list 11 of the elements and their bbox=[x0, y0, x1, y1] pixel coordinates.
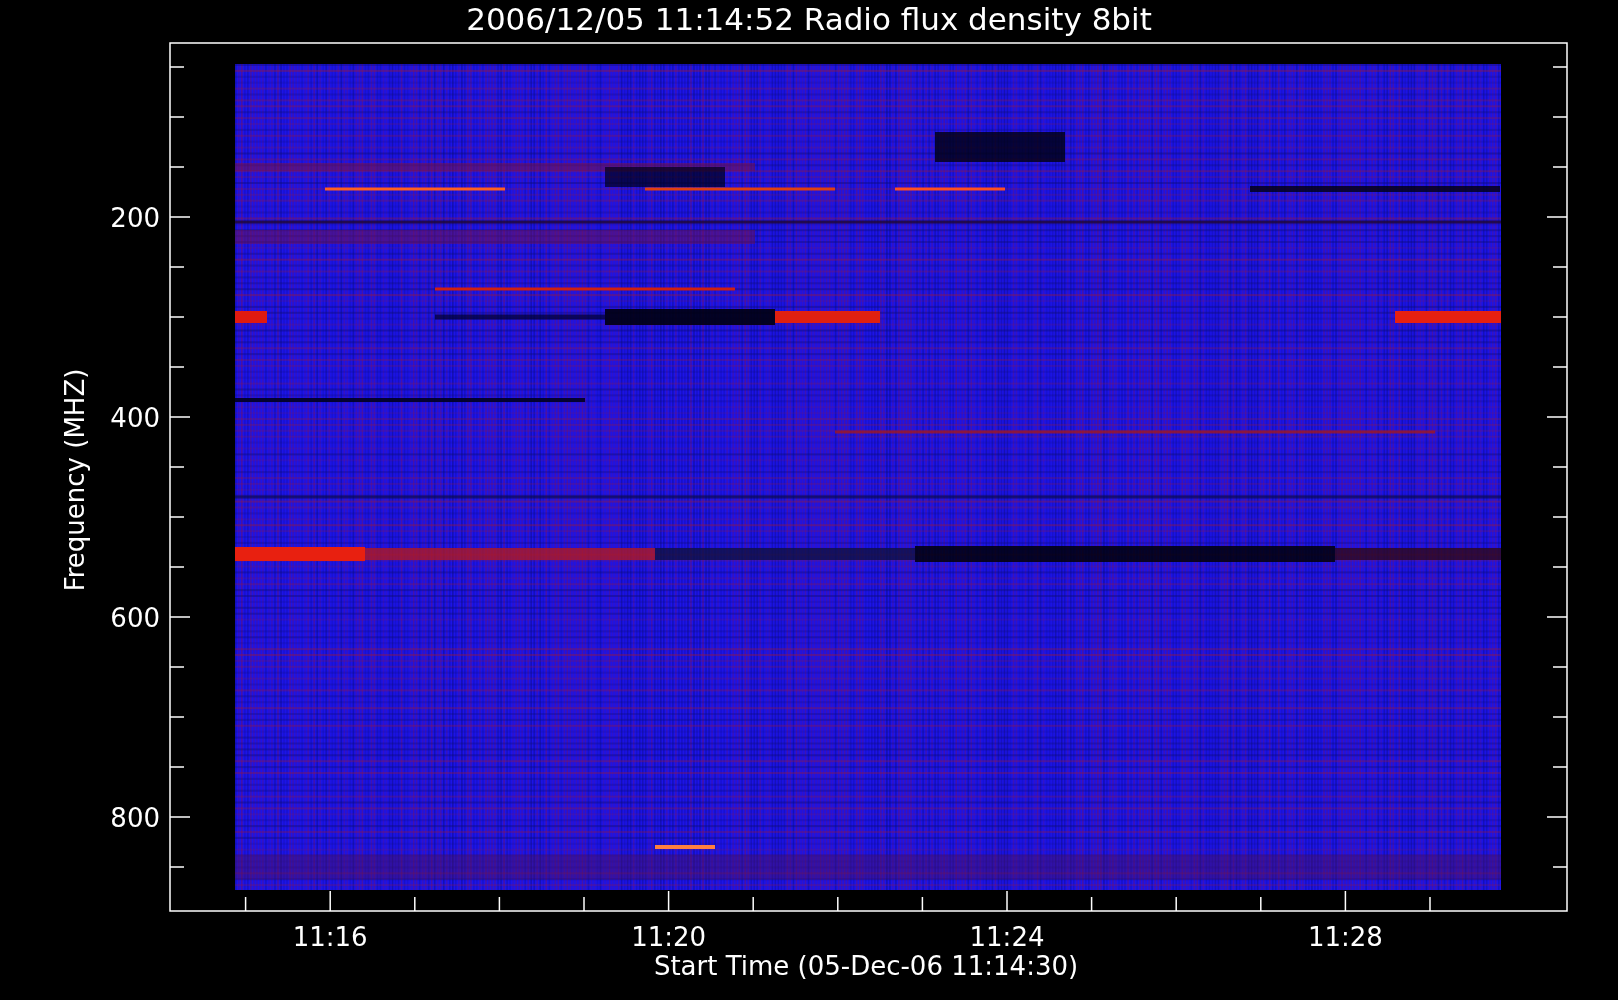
x-tick-label: 11:28 bbox=[1307, 922, 1383, 952]
y-tick-label: 600 bbox=[110, 603, 160, 633]
x-axis-label: Start Time (05-Dec-06 11:14:30) bbox=[653, 951, 1079, 981]
x-tick-label: 11:16 bbox=[292, 922, 368, 952]
y-axis-label: Frequency (MHZ) bbox=[60, 368, 90, 592]
y-tick-label: 200 bbox=[110, 203, 160, 233]
x-tick-label: 11:24 bbox=[969, 922, 1045, 952]
y-tick-label: 800 bbox=[110, 803, 160, 833]
plot-title: 2006/12/05 11:14:52 Radio flux density 8bit bbox=[466, 1, 1152, 37]
x-tick-label: 11:20 bbox=[631, 922, 707, 952]
y-tick-label: 400 bbox=[110, 403, 160, 433]
